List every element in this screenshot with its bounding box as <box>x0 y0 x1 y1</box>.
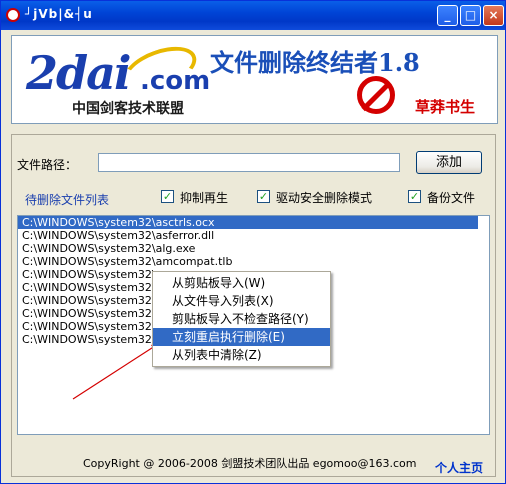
homepage-link[interactable]: 个人主页 <box>435 459 483 476</box>
app-icon[interactable] <box>6 8 20 22</box>
menu-item[interactable]: 从文件导入列表(X) <box>153 292 330 310</box>
list-item[interactable]: C:\WINDOWS\system32\alg.exe <box>18 242 489 255</box>
path-label: 文件路径： <box>17 158 78 172</box>
list-item[interactable]: C:\WINDOWS\system32\amcompat.tlb <box>18 255 489 268</box>
logo-text: 2dai <box>26 46 131 100</box>
checkmark-icon: ✓ <box>408 190 421 203</box>
footer-copyright: CopyRight @ 2006-2008 剑盟技术团队出品 egomoo@16… <box>83 457 417 470</box>
path-input[interactable] <box>98 153 400 172</box>
app-title: 文件删除终结者1.8 <box>210 48 420 77</box>
context-menu: 从剪贴板导入(W) 从文件导入列表(X) 剪贴板导入不检查路径(Y) 立刻重启执行删除… <box>152 271 331 367</box>
logo-domain: .com <box>140 66 211 96</box>
banner: 2dai .com 中国剑客技术联盟 文件删除终结者1.8 草莽书生 <box>11 35 498 124</box>
maximize-button[interactable]: □ <box>460 5 481 26</box>
close-button[interactable]: × <box>483 5 504 26</box>
checkbox-label: 驱动安全删除模式 <box>276 191 373 205</box>
checkmark-icon: ✓ <box>161 190 174 203</box>
list-label: 待删除文件列表 <box>25 193 110 207</box>
menu-item[interactable]: 剪贴板导入不检查路径(Y) <box>153 310 330 328</box>
author-name: 草莽书生 <box>415 98 476 116</box>
checkmark-icon: ✓ <box>257 190 270 203</box>
app-window: ┘jVb|&┤u _ □ × 2dai .com 中国剑客技术联盟 文件删除终结… <box>0 0 506 484</box>
list-item[interactable]: C:\WINDOWS\system32\asctrls.ocx <box>18 216 478 229</box>
menu-item[interactable]: 立刻重启执行删除(E) <box>153 328 330 346</box>
add-button[interactable]: 添加 <box>416 151 482 174</box>
checkbox-label: 抑制再生 <box>180 191 229 205</box>
minimize-button[interactable]: _ <box>437 5 458 26</box>
logo-subtitle: 中国剑客技术联盟 <box>72 101 184 117</box>
menu-item[interactable]: 从剪贴板导入(W) <box>153 274 330 292</box>
prohibited-icon <box>357 76 395 114</box>
window-title: ┘jVb|&┤u <box>25 7 93 21</box>
checkbox-label: 备份文件 <box>427 191 476 205</box>
title-bar[interactable]: ┘jVb|&┤u _ □ × <box>1 1 505 30</box>
list-item[interactable]: C:\WINDOWS\system32\asferror.dll <box>18 229 489 242</box>
menu-item[interactable]: 从列表中清除(Z) <box>153 346 330 364</box>
